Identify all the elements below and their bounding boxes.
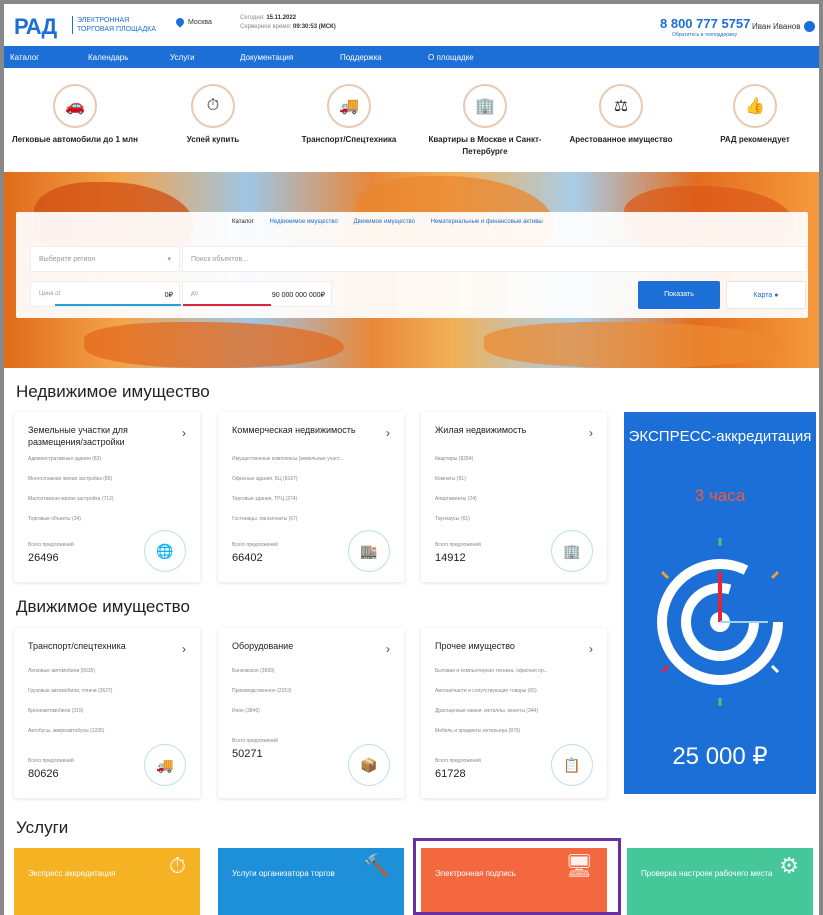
city-selector[interactable]: Москва [174, 16, 212, 28]
nav-support[interactable]: Поддержка [340, 53, 382, 62]
phone-number[interactable]: 8 800 777 5757 [660, 16, 750, 31]
header: РАД ЭЛЕКТРОННАЯ ТОРГОВАЯ ПЛОЩАДКА Москва… [4, 4, 819, 46]
tab-realty[interactable]: Недвижимое имущество [269, 219, 337, 225]
chevron-right-icon: › [182, 642, 186, 656]
realty-card-commercial[interactable]: Коммерческая недвижимость › Имущественные… [218, 412, 404, 582]
buildings-icon: 🏢 [551, 530, 593, 572]
office-icon: 🏬 [348, 530, 390, 572]
nav-catalog[interactable]: Каталог [10, 53, 39, 62]
express-price: 25 000 ₽ [672, 743, 768, 770]
movables-card-transport[interactable]: Транспорт/спецтехника › Легковые автомоби… [14, 628, 200, 798]
nav-documentation[interactable]: Документация [240, 53, 293, 62]
nav-about[interactable]: О площадке [428, 53, 474, 62]
thumbs-up-icon: 👍 [733, 84, 777, 128]
clipboard-icon: 📋 [551, 744, 593, 786]
chevron-right-icon: › [589, 642, 593, 656]
gavel-icon: 🔨 [362, 853, 390, 878]
stopwatch-user-icon: ⏱ [168, 853, 186, 878]
chevron-right-icon: › [589, 426, 593, 440]
show-button[interactable]: Показать [638, 281, 720, 309]
rad-logo[interactable]: РАД [14, 14, 57, 40]
tab-catalog[interactable]: Каталог [232, 219, 254, 225]
stopwatch-icon: ⏱ [191, 84, 235, 128]
total-count: 61728 [435, 768, 466, 780]
price-to-field[interactable]: до 90 000 000 000₽ [182, 281, 332, 307]
globe-icon: 🌐 [144, 530, 186, 572]
price-from-field[interactable]: Цена от 0₽ [30, 281, 181, 307]
realty-title: Недвижимое имущество [16, 382, 210, 401]
service-express-accreditation[interactable]: Экспресс аккредитация ⏱ [14, 848, 200, 915]
chevron-right-icon: › [386, 642, 390, 656]
location-pin-icon [174, 16, 186, 28]
buildings-icon: 🏢 [463, 84, 507, 128]
movables-card-equipment[interactable]: Оборудование › Банковское (3699) Производ… [218, 628, 404, 798]
user-name[interactable]: Иван Иванов [752, 22, 800, 31]
tab-intangibles[interactable]: Нематериальные и финансовые активы [431, 219, 543, 225]
location-pin-icon: ● [774, 292, 779, 299]
service-workplace-check[interactable]: Проверка настроек рабочего места ⚙ [627, 848, 813, 915]
user-avatar-icon[interactable] [804, 21, 815, 32]
search-input[interactable]: Поиск объектов... [182, 246, 807, 272]
support-link[interactable]: Обратитесь в техподдержку [672, 32, 737, 38]
express-time: 3 часа [694, 486, 746, 505]
express-title: ЭКСПРЕСС-аккредитация [628, 428, 812, 445]
highlight-frame [413, 838, 621, 915]
truck-icon: 🚚 [144, 744, 186, 786]
service-auction-organizer[interactable]: Услуги организатора торгов 🔨 [218, 848, 404, 915]
leaf-decoration [484, 322, 784, 368]
realty-card-residential[interactable]: Жилая недвижимость › Квартиры (8284) Комн… [421, 412, 607, 582]
category-apartments[interactable]: 🏢 Квартиры в Москве и Санкт-Петербурге [420, 84, 550, 158]
date-time-info: Сегодня: 15.11.2022 Серверное время: 09:… [240, 15, 336, 30]
box-icon: 📦 [348, 744, 390, 786]
price-to-slider[interactable] [183, 304, 271, 306]
truck-icon: 🚚 [327, 84, 371, 128]
express-accreditation-banner[interactable]: ЭКСПРЕСС-аккредитация 3 часа 25 000 ₽ [624, 412, 816, 794]
category-transport[interactable]: 🚚 Транспорт/Спецтехника [284, 84, 414, 146]
category-cars[interactable]: 🚗 Легковые автомобили до 1 млн [10, 84, 140, 146]
search-tabs: Каталог Недвижимое имущество Движимое им… [232, 219, 557, 225]
movables-title: Движимое имущество [16, 597, 190, 616]
target-clock-icon [657, 538, 783, 706]
movables-card-other[interactable]: Прочее имущество › Бытовая и компьютерная… [421, 628, 607, 798]
total-count: 14912 [435, 552, 466, 564]
category-arrested[interactable]: ⚖ Арестованное имущество [556, 84, 686, 146]
services-title: Услуги [16, 818, 69, 837]
region-select[interactable]: Выберите регион ▾ [30, 246, 180, 272]
tab-movables[interactable]: Движимое имущество [354, 219, 415, 225]
car-icon: 🚗 [53, 84, 97, 128]
total-count: 26496 [28, 552, 59, 564]
category-recommended[interactable]: 👍 РАД рекомендует [690, 84, 820, 146]
nav-services[interactable]: Услуги [170, 53, 195, 62]
gear-icon: ⚙ [779, 853, 799, 878]
map-button[interactable]: Карта ● [726, 281, 806, 309]
price-from-slider[interactable] [55, 304, 181, 306]
main-nav: Каталог Календарь Услуги Документация По… [4, 46, 819, 68]
category-hurry[interactable]: ⏱ Успей купить [148, 84, 278, 146]
nav-calendar[interactable]: Календарь [88, 53, 128, 62]
chevron-down-icon: ▾ [167, 256, 171, 263]
total-count: 50271 [232, 748, 263, 760]
realty-card-land[interactable]: Земельные участки для размещения/застрой… [14, 412, 200, 582]
gavel-icon: ⚖ [599, 84, 643, 128]
chevron-right-icon: › [386, 426, 390, 440]
leaf-decoration [84, 322, 344, 368]
total-count: 80626 [28, 768, 59, 780]
total-count: 66402 [232, 552, 263, 564]
city-label: Москва [188, 18, 212, 26]
chevron-right-icon: › [182, 426, 186, 440]
logo-subtitle: ЭЛЕКТРОННАЯ ТОРГОВАЯ ПЛОЩАДКА [72, 16, 162, 34]
